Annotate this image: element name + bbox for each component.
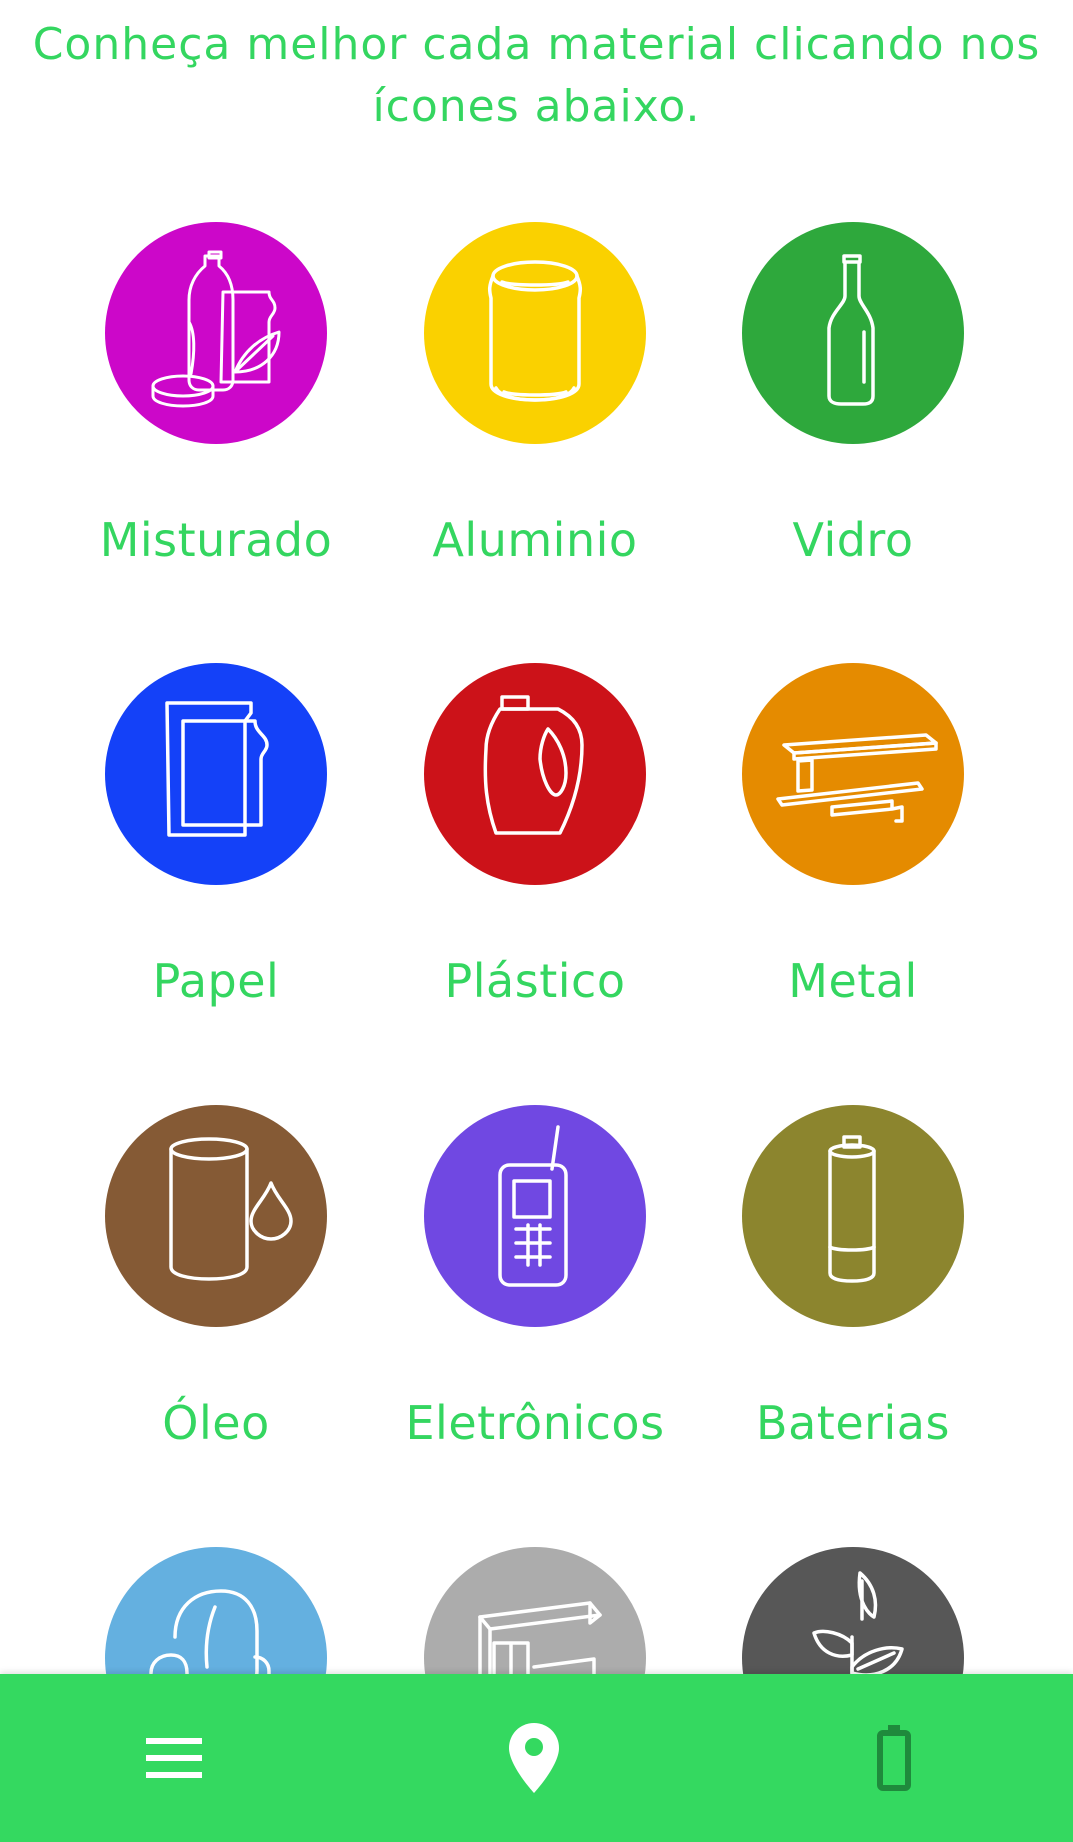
- metal-beam-icon: [776, 733, 938, 823]
- material-label[interactable]: Misturado: [65, 512, 367, 568]
- battery-cell-icon: [828, 1135, 876, 1283]
- bottom-navigation: [0, 1674, 1073, 1842]
- materials-grid: Misturado Aluminio Vidro Papel Plástico …: [0, 0, 1073, 1842]
- material-item-metal[interactable]: Metal: [702, 663, 1002, 1043]
- material-item-baterias[interactable]: Baterias: [702, 1105, 1002, 1485]
- phone-icon: [498, 1125, 568, 1287]
- battery-button[interactable]: [834, 1674, 954, 1842]
- map-pin-icon: [509, 1723, 559, 1793]
- material-icon-button[interactable]: [105, 1105, 327, 1327]
- material-icon-button[interactable]: [742, 1105, 964, 1327]
- menu-button[interactable]: [114, 1674, 234, 1842]
- menu-icon: [146, 1738, 202, 1778]
- material-icon-button[interactable]: [742, 222, 964, 444]
- material-item-oleo[interactable]: Óleo: [65, 1105, 365, 1485]
- material-icon-button[interactable]: [742, 663, 964, 885]
- material-item-papel[interactable]: Papel: [65, 663, 365, 1043]
- material-label[interactable]: Vidro: [702, 512, 1004, 568]
- material-item-aluminio[interactable]: Aluminio: [384, 222, 684, 602]
- material-label[interactable]: Metal: [702, 953, 1004, 1009]
- material-label[interactable]: Óleo: [65, 1395, 367, 1451]
- oil-icon: [169, 1137, 293, 1281]
- paper-icon: [165, 701, 269, 837]
- bottle-icon: [827, 254, 875, 406]
- material-label[interactable]: Baterias: [702, 1395, 1004, 1451]
- map-button[interactable]: [474, 1674, 594, 1842]
- material-item-vidro[interactable]: Vidro: [702, 222, 1002, 602]
- mixed-waste-icon: [151, 250, 281, 408]
- material-item-plastico[interactable]: Plástico: [384, 663, 684, 1043]
- material-icon-button[interactable]: [105, 222, 327, 444]
- material-icon-button[interactable]: [105, 663, 327, 885]
- material-label[interactable]: Plástico: [384, 953, 686, 1009]
- material-label[interactable]: Papel: [65, 953, 367, 1009]
- can-icon: [487, 260, 583, 402]
- material-label[interactable]: Eletrônicos: [384, 1395, 686, 1451]
- material-label[interactable]: Aluminio: [384, 512, 686, 568]
- material-icon-button[interactable]: [424, 1105, 646, 1327]
- material-icon-button[interactable]: [424, 222, 646, 444]
- materials-screen: Conheça melhor cada material clicando no…: [0, 0, 1073, 1842]
- material-item-eletronicos[interactable]: Eletrônicos: [384, 1105, 684, 1485]
- material-icon-button[interactable]: [424, 663, 646, 885]
- battery-icon: [877, 1725, 911, 1791]
- plastic-jug-icon: [483, 695, 584, 835]
- material-item-misturado[interactable]: Misturado: [65, 222, 365, 602]
